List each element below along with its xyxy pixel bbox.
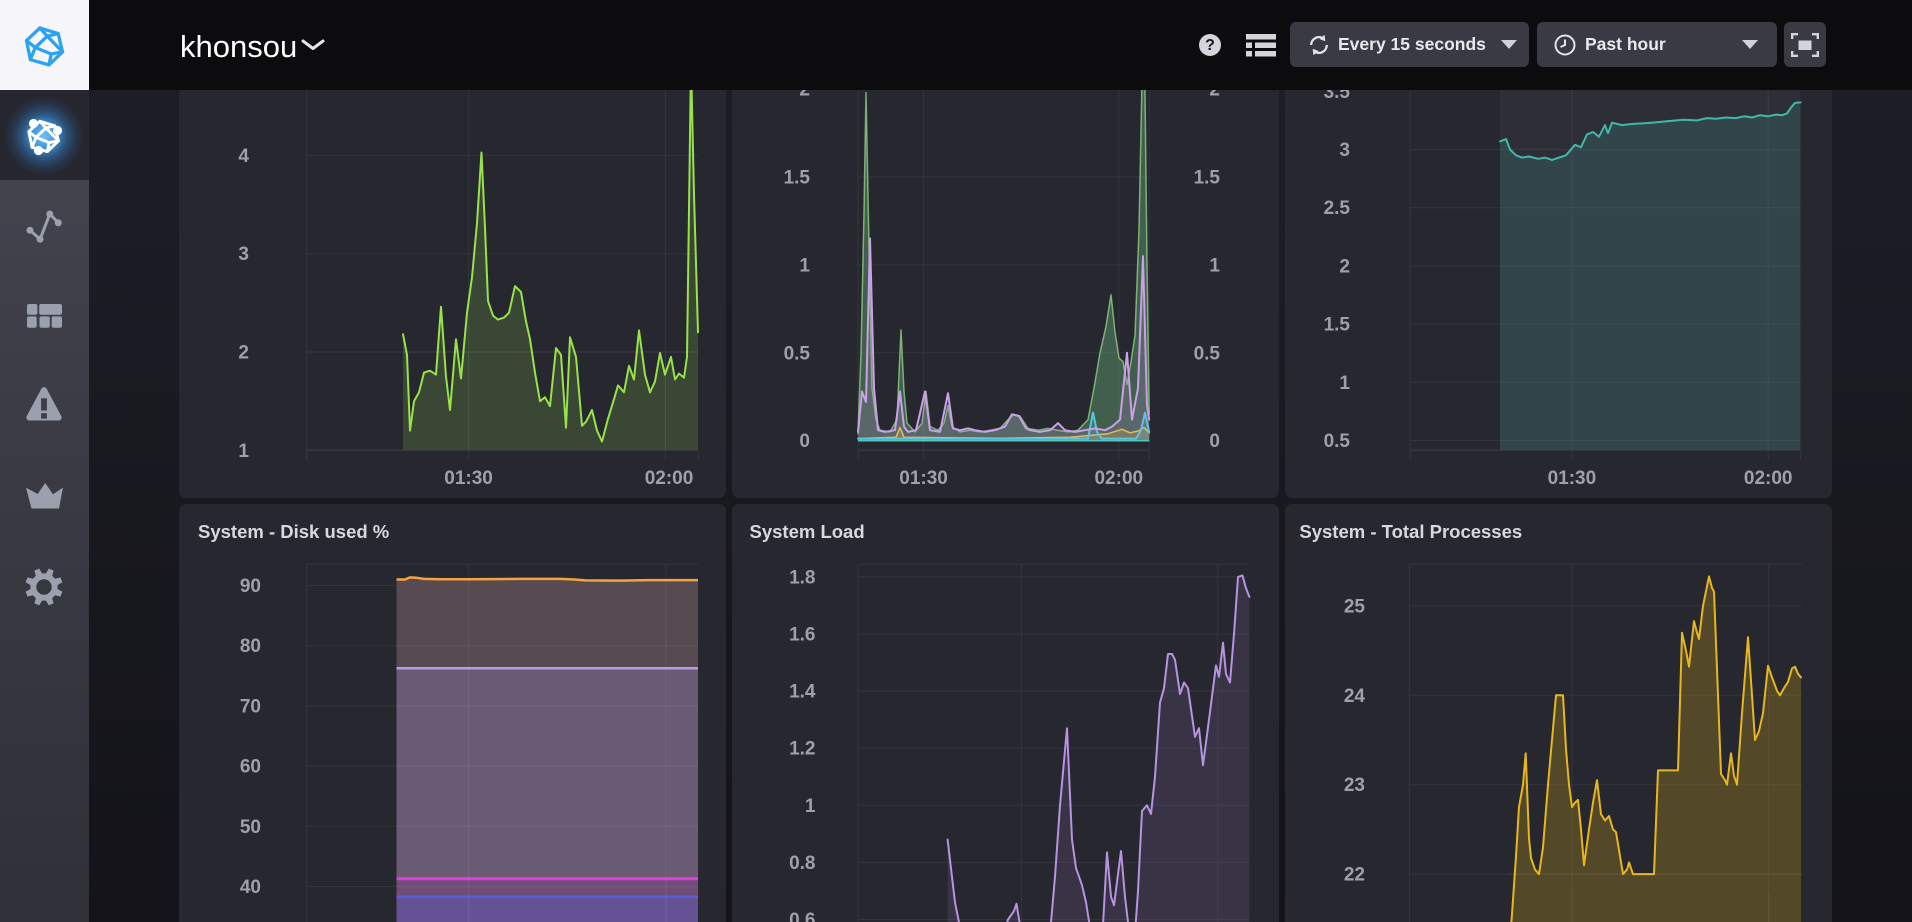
svg-text:System Load: System Load xyxy=(750,521,865,542)
svg-text:70: 70 xyxy=(240,696,261,717)
svg-text:25: 25 xyxy=(1344,596,1366,617)
svg-text:01:30: 01:30 xyxy=(1548,468,1597,489)
svg-text:1.5: 1.5 xyxy=(1324,315,1351,336)
svg-text:22: 22 xyxy=(1344,865,1365,886)
svg-text:02:00: 02:00 xyxy=(1744,468,1793,489)
svg-text:0.5: 0.5 xyxy=(1194,343,1221,364)
svg-text:3: 3 xyxy=(1339,140,1350,161)
svg-text:24: 24 xyxy=(1344,686,1366,707)
svg-text:0: 0 xyxy=(1209,431,1220,452)
svg-text:40: 40 xyxy=(240,877,261,898)
svg-text:1: 1 xyxy=(238,441,249,462)
svg-text:01:30: 01:30 xyxy=(899,468,948,489)
svg-text:1.5: 1.5 xyxy=(784,168,811,189)
svg-text:0.5: 0.5 xyxy=(784,343,811,364)
svg-text:02:00: 02:00 xyxy=(645,468,694,489)
svg-text:80: 80 xyxy=(240,636,261,657)
svg-text:50: 50 xyxy=(240,817,261,838)
svg-text:02:00: 02:00 xyxy=(1094,468,1143,489)
svg-text:0.6: 0.6 xyxy=(789,910,815,922)
svg-text:0.8: 0.8 xyxy=(789,853,815,874)
svg-text:01:30: 01:30 xyxy=(444,468,493,489)
svg-text:90: 90 xyxy=(240,576,261,597)
svg-text:1.5: 1.5 xyxy=(1194,168,1221,189)
svg-text:1: 1 xyxy=(1209,255,1220,276)
svg-text:2.5: 2.5 xyxy=(1324,198,1351,219)
svg-text:1.8: 1.8 xyxy=(789,567,815,588)
svg-text:System - Total Processes: System - Total Processes xyxy=(1299,521,1522,542)
svg-text:System - Disk used %: System - Disk used % xyxy=(198,521,389,542)
svg-text:1.2: 1.2 xyxy=(789,739,815,760)
svg-text:1.6: 1.6 xyxy=(789,625,815,646)
svg-text:3: 3 xyxy=(238,244,249,265)
svg-text:2: 2 xyxy=(1339,256,1350,277)
svg-text:0: 0 xyxy=(799,431,810,452)
svg-text:2: 2 xyxy=(238,343,249,364)
svg-text:1.4: 1.4 xyxy=(789,682,816,703)
svg-text:0.5: 0.5 xyxy=(1324,431,1351,452)
svg-text:60: 60 xyxy=(240,757,261,778)
svg-text:4: 4 xyxy=(238,146,249,167)
svg-text:1: 1 xyxy=(799,255,810,276)
svg-text:1: 1 xyxy=(805,796,816,817)
svg-text:23: 23 xyxy=(1344,775,1365,796)
svg-text:1: 1 xyxy=(1339,373,1350,394)
